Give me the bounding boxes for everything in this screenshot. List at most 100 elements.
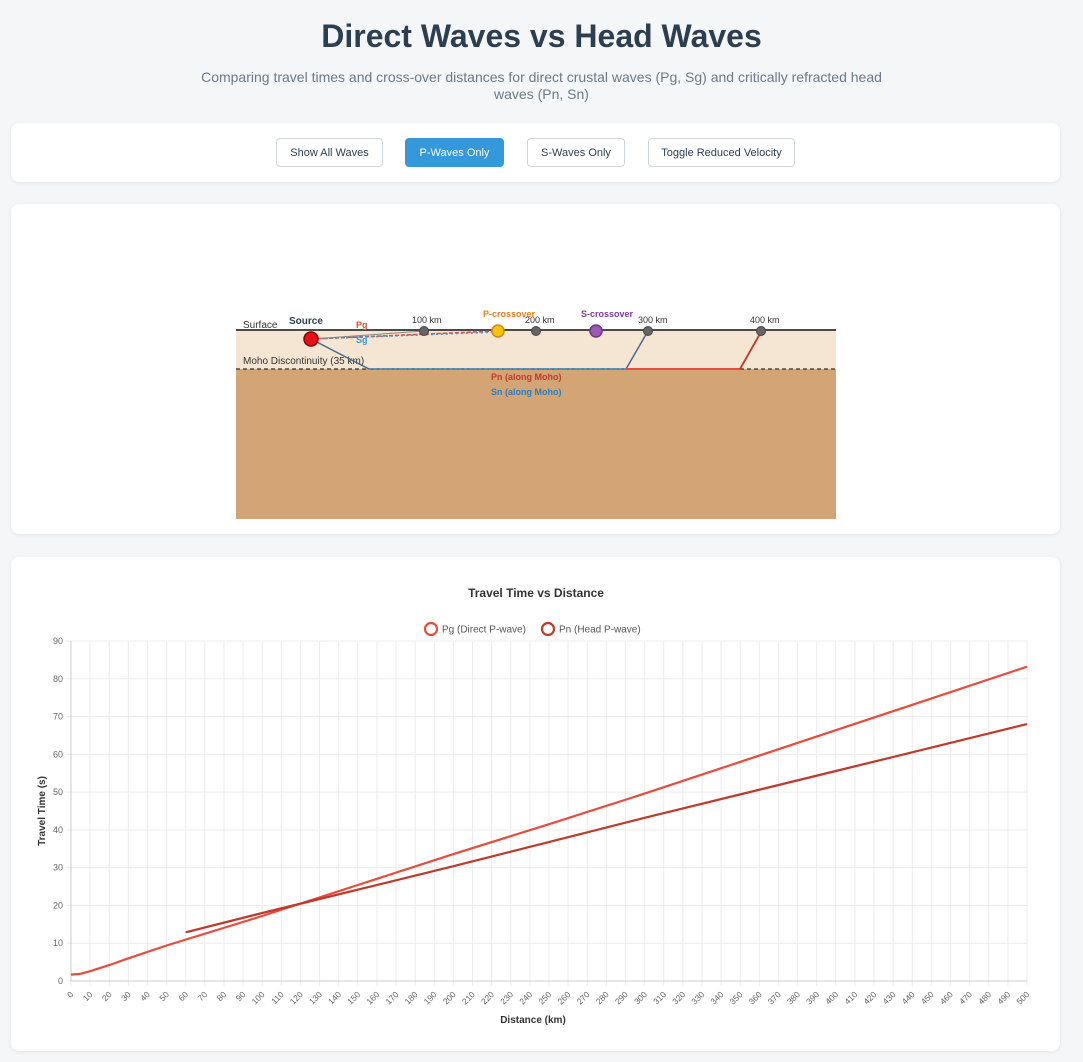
- x-tick-label: 500: [1014, 989, 1031, 1006]
- x-tick-label: 30: [119, 989, 133, 1003]
- x-tick-label: 100: [250, 989, 267, 1006]
- wave-path-diagram-panel: Surface Moho Discontinuity (35 km) Pg Sg…: [11, 204, 1060, 534]
- x-tick-label: 490: [995, 989, 1012, 1006]
- x-tick-label: 470: [957, 989, 974, 1006]
- x-tick-label: 400: [823, 989, 840, 1006]
- controls-panel: Show All Waves P-Waves Only S-Waves Only…: [11, 123, 1060, 182]
- y-tick-label: 90: [53, 636, 63, 646]
- x-tick-label: 70: [195, 989, 209, 1003]
- x-tick-label: 230: [498, 989, 515, 1006]
- x-tick-label: 320: [670, 989, 687, 1006]
- surface-label: Surface: [243, 320, 278, 331]
- legend-swatch: [423, 621, 439, 637]
- x-axis-ticks: 0 10 20 30 40 50 60 70 80 90 100 110 120 130 140 150 160…: [65, 989, 1032, 1006]
- x-tick-label: 60: [176, 989, 190, 1003]
- y-axis-label: Travel Time (s): [37, 776, 48, 846]
- travel-time-chart-panel: Travel Time vs Distance Pg (Direct P-wav…: [11, 557, 1060, 1051]
- y-tick-label: 0: [58, 976, 63, 986]
- station-200km: [531, 326, 541, 336]
- x-tick-label: 160: [364, 989, 381, 1006]
- x-tick-label: 330: [689, 989, 706, 1006]
- x-tick-label: 110: [269, 989, 286, 1006]
- y-tick-label: 50: [53, 787, 63, 797]
- travel-time-chart: Travel Time vs Distance Pg (Direct P-wav…: [37, 586, 1032, 1026]
- source-label: Source: [289, 316, 323, 327]
- page-title: Direct Waves vs Head Waves: [321, 18, 762, 54]
- x-tick-label: 130: [307, 989, 324, 1006]
- chart-legend: Pg (Direct P-wave) Pn (Head P-wave): [423, 621, 641, 637]
- x-tick-label: 180: [402, 989, 419, 1006]
- y-tick-label: 80: [53, 674, 63, 684]
- x-tick-label: 210: [460, 989, 477, 1006]
- show-all-waves-button[interactable]: Show All Waves: [276, 138, 383, 167]
- x-tick-label: 140: [326, 989, 343, 1006]
- x-tick-label: 360: [747, 989, 764, 1006]
- y-tick-label: 20: [53, 900, 63, 910]
- x-tick-label: 10: [81, 989, 95, 1003]
- p-crossover-label: P-crossover: [483, 309, 536, 319]
- x-tick-label: 440: [900, 989, 917, 1006]
- x-tick-label: 390: [804, 989, 821, 1006]
- y-tick-label: 70: [53, 712, 63, 722]
- p-waves-only-button[interactable]: P-Waves Only: [405, 138, 504, 167]
- page-subtitle: Comparing travel times and cross-over di…: [201, 69, 882, 102]
- x-tick-label: 240: [517, 989, 534, 1006]
- x-tick-label: 480: [976, 989, 993, 1006]
- y-tick-label: 60: [53, 749, 63, 759]
- source-marker: [303, 331, 319, 347]
- station-label-400km: 400 km: [750, 315, 780, 325]
- s-crossover-label: S-crossover: [581, 309, 634, 319]
- x-axis-label: Distance (km): [500, 1015, 566, 1026]
- y-axis-ticks: 0 10 20 30 40 50 60 70 80 90: [53, 636, 63, 986]
- x-tick-label: 260: [555, 989, 572, 1006]
- toggle-reduced-velocity-button[interactable]: Toggle Reduced Velocity: [648, 138, 795, 167]
- x-tick-label: 290: [613, 989, 630, 1006]
- x-tick-label: 270: [575, 989, 592, 1006]
- y-tick-label: 30: [53, 863, 63, 873]
- station-label-300km: 300 km: [638, 315, 668, 325]
- x-tick-label: 220: [479, 989, 496, 1006]
- x-tick-label: 150: [345, 989, 362, 1006]
- x-tick-label: 120: [288, 989, 305, 1006]
- x-tick-label: 0: [65, 989, 76, 1000]
- pg-label: Pg: [356, 320, 368, 330]
- legend-label[interactable]: Pg (Direct P-wave): [442, 625, 526, 636]
- x-tick-label: 350: [728, 989, 745, 1006]
- s-crossover-marker: [589, 324, 603, 338]
- station-label-100km: 100 km: [412, 315, 442, 325]
- x-tick-label: 200: [441, 989, 458, 1006]
- x-tick-label: 20: [100, 989, 114, 1003]
- x-tick-label: 80: [215, 989, 229, 1003]
- x-tick-label: 280: [594, 989, 611, 1006]
- x-tick-label: 380: [785, 989, 802, 1006]
- x-tick-label: 50: [157, 989, 171, 1003]
- x-tick-label: 250: [536, 989, 553, 1006]
- pn-label: Pn (along Moho): [491, 372, 561, 382]
- x-tick-label: 310: [651, 989, 668, 1006]
- legend-swatch: [540, 621, 556, 637]
- y-tick-label: 10: [53, 938, 63, 948]
- x-tick-label: 460: [938, 989, 955, 1006]
- x-tick-label: 90: [234, 989, 248, 1003]
- x-tick-label: 190: [422, 989, 439, 1006]
- earth-cross-section: Surface Moho Discontinuity (35 km) Pg Sg…: [236, 309, 836, 519]
- x-tick-label: 410: [842, 989, 859, 1006]
- x-tick-label: 370: [766, 989, 783, 1006]
- x-tick-label: 430: [880, 989, 897, 1006]
- station-100km: [419, 326, 429, 336]
- station-400km: [756, 326, 766, 336]
- x-tick-label: 420: [861, 989, 878, 1006]
- p-crossover-marker: [491, 324, 505, 338]
- x-tick-label: 40: [138, 989, 152, 1003]
- chart-title: Travel Time vs Distance: [468, 586, 604, 600]
- s-waves-only-button[interactable]: S-Waves Only: [527, 138, 625, 167]
- y-tick-label: 40: [53, 825, 63, 835]
- sg-label: Sg: [356, 335, 368, 345]
- legend-label[interactable]: Pn (Head P-wave): [559, 625, 641, 636]
- x-tick-label: 450: [919, 989, 936, 1006]
- x-tick-label: 170: [383, 989, 400, 1006]
- chart-grid: [66, 640, 1028, 986]
- sn-label: Sn (along Moho): [491, 387, 561, 397]
- x-tick-label: 300: [632, 989, 649, 1006]
- x-tick-label: 340: [708, 989, 725, 1006]
